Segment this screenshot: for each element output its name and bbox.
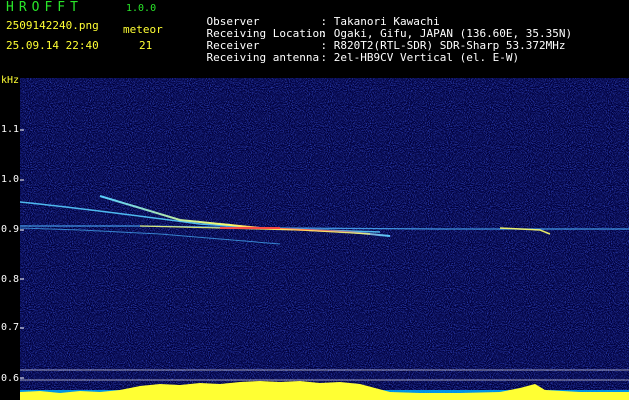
app-logo: HROFFT (6, 0, 83, 15)
app-version: 1.0.0 (126, 3, 157, 14)
header-panel: HROFFT 1.0.0 2509142240.png 25.09.14 22:… (0, 0, 629, 64)
y-tick-label: 0.7 (1, 322, 20, 333)
y-tick-label: 0.6 (1, 373, 20, 384)
meteor-count-value: 21 (139, 39, 153, 52)
y-tick-label: 0.9 (1, 224, 20, 235)
spectrogram (20, 78, 629, 400)
y-tick-label: 1.1 (1, 124, 20, 135)
capture-datetime: 25.09.14 22:40 (6, 39, 99, 52)
info-row-antenna: Receiving antenna: 2el-HB9CV Vertical (e… (180, 40, 520, 76)
meteor-count-label: meteor (123, 23, 163, 36)
noise-layer (20, 78, 629, 400)
y-tick-label: 1.0 (1, 174, 20, 185)
info-value: : 2el-HB9CV Vertical (el. E-W) (320, 51, 520, 64)
y-axis-unit: kHz (1, 75, 20, 86)
info-key: Receiving antenna (206, 51, 320, 64)
file-name: 2509142240.png (6, 19, 99, 32)
y-tick-label: 0.8 (1, 274, 20, 285)
